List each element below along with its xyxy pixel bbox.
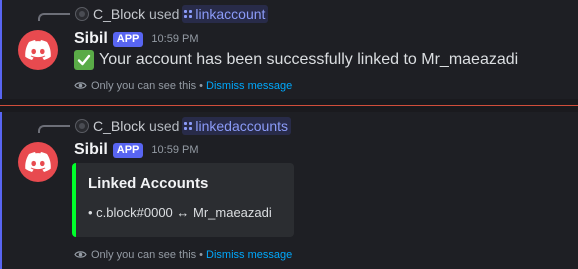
linked-accounts-embed: Linked Accounts • c.block#0000 ↔ Mr_maea… (72, 163, 294, 237)
reply-username[interactable]: C_Block (93, 118, 145, 134)
command-name: linkaccount (195, 6, 266, 22)
dismiss-message-link[interactable]: Dismiss message (206, 80, 292, 92)
message-content: Your account has been successfully linke… (74, 50, 518, 70)
reply-used-text: used (149, 6, 180, 22)
message-text: Your account has been successfully linke… (99, 51, 519, 68)
check-mark-icon (74, 50, 94, 70)
message-header: Sibil APP 10:59 PM (74, 30, 199, 48)
new-messages-divider (0, 105, 578, 106)
reply-connector (38, 125, 70, 133)
message-header: Sibil APP 10:59 PM (74, 141, 199, 159)
command-mention[interactable]: linkaccount (182, 5, 269, 23)
reply-username[interactable]: C_Block (93, 6, 145, 22)
dismiss-message-link[interactable]: Dismiss message (206, 249, 292, 261)
command-name: linkedaccounts (195, 118, 289, 134)
eye-icon (74, 79, 87, 92)
command-mention[interactable]: linkedaccounts (182, 117, 292, 135)
bot-avatar[interactable] (18, 142, 58, 182)
ephemeral-notice: Only you can see this • Dismiss message (74, 248, 292, 261)
embed-title: Linked Accounts (88, 175, 209, 192)
separator: • (199, 79, 204, 92)
app-badge: APP (112, 142, 144, 158)
reply-used-text: used (149, 118, 180, 134)
ephemeral-text: Only you can see this (91, 79, 197, 92)
ephemeral-text: Only you can see this (91, 248, 197, 261)
embed-description: • c.block#0000 ↔ Mr_maeazadi (88, 205, 272, 220)
ephemeral-notice: Only you can see this • Dismiss message (74, 79, 292, 92)
bot-avatar[interactable] (18, 30, 58, 70)
reply-avatar[interactable] (75, 119, 89, 133)
timestamp[interactable]: 10:59 PM (151, 33, 198, 45)
discord-logo-icon (25, 40, 51, 60)
reply-avatar[interactable] (75, 7, 89, 21)
slash-command-icon (184, 122, 193, 130)
bot-name[interactable]: Sibil (74, 141, 108, 159)
timestamp[interactable]: 10:59 PM (151, 144, 198, 156)
slash-command-icon (184, 10, 193, 18)
reply-context: C_Block used linkaccount (93, 5, 269, 23)
eye-icon (74, 248, 87, 261)
message-1: C_Block used linkaccount Sibil APP 10:59 … (0, 0, 578, 99)
reply-context: C_Block used linkedaccounts (93, 117, 292, 135)
app-badge: APP (112, 31, 144, 47)
discord-logo-icon (25, 152, 51, 172)
bot-name[interactable]: Sibil (74, 30, 108, 48)
separator: • (199, 248, 204, 261)
reply-connector (38, 13, 70, 21)
